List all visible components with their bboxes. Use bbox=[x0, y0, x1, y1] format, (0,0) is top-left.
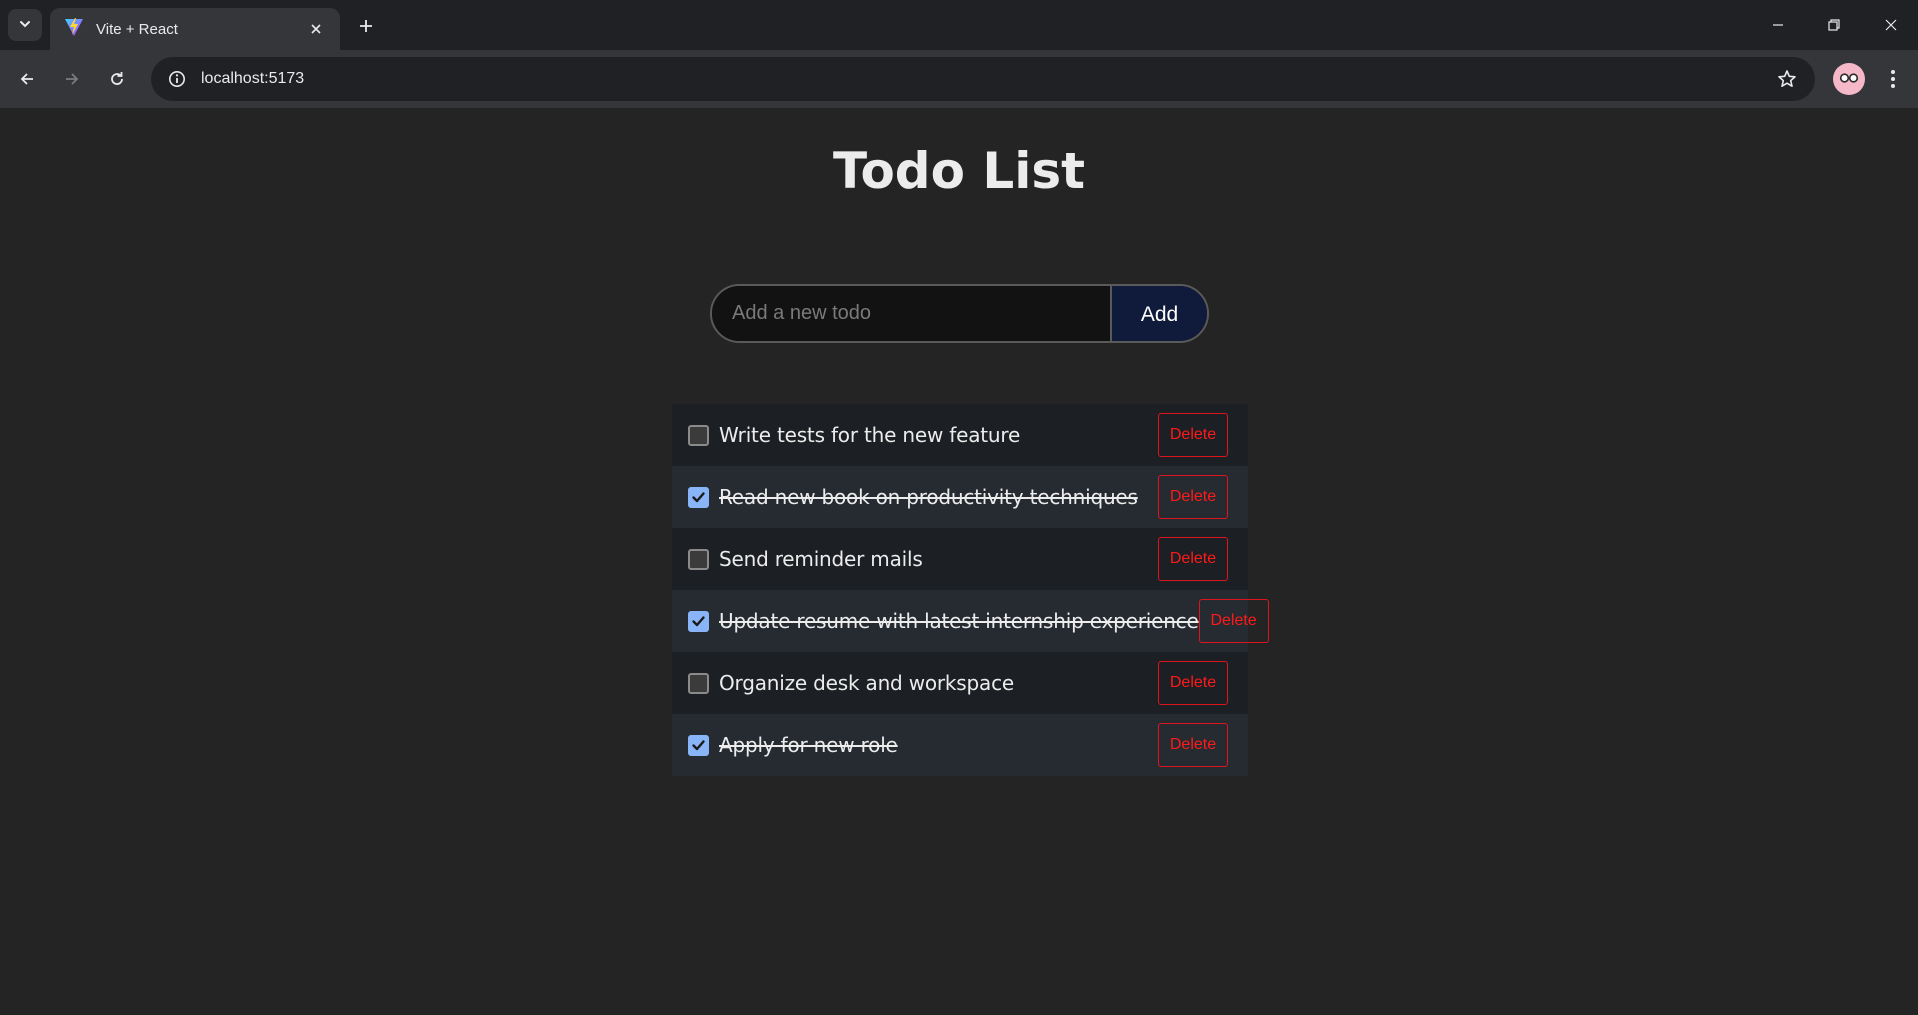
back-button[interactable] bbox=[10, 62, 44, 96]
chevron-down-icon bbox=[18, 16, 32, 35]
delete-button[interactable]: Delete bbox=[1158, 475, 1228, 519]
todo-item: Send reminder mails Delete bbox=[672, 528, 1248, 590]
todo-item: Apply for new role Delete bbox=[672, 714, 1248, 776]
todo-list: Write tests for the new feature Delete Rea… bbox=[672, 404, 1269, 776]
todo-item: Update resume with latest internship exp… bbox=[672, 590, 1269, 652]
delete-button[interactable]: Delete bbox=[1198, 599, 1269, 643]
restore-icon bbox=[1828, 19, 1840, 31]
browser-tab[interactable]: Vite + React bbox=[50, 8, 340, 50]
app-page: Todo List Add Write tests for the new fe… bbox=[0, 108, 1918, 1015]
checkmark-icon bbox=[692, 739, 705, 750]
bookmark-star-icon[interactable] bbox=[1767, 59, 1807, 99]
vite-logo-icon bbox=[64, 17, 84, 41]
browser-titlebar: Vite + React bbox=[0, 0, 1918, 50]
todo-checkbox[interactable] bbox=[688, 424, 709, 446]
todo-text: Organize desk and workspace bbox=[719, 671, 1014, 695]
page-title: Todo List bbox=[832, 142, 1086, 200]
todo-checkbox[interactable] bbox=[688, 548, 709, 570]
forward-button[interactable] bbox=[55, 62, 89, 96]
forward-arrow-icon bbox=[66, 73, 79, 85]
close-icon bbox=[311, 24, 321, 34]
site-info-icon[interactable] bbox=[155, 57, 199, 101]
tab-list-button[interactable] bbox=[8, 9, 42, 41]
delete-button[interactable]: Delete bbox=[1158, 537, 1228, 581]
restore-button[interactable] bbox=[1811, 8, 1857, 42]
todo-text: Apply for new role bbox=[719, 733, 898, 757]
todo-checkbox[interactable] bbox=[688, 610, 709, 632]
todo-item: Read new book on productivity techniques… bbox=[672, 466, 1248, 528]
browser-toolbar: localhost:5173 bbox=[0, 50, 1918, 108]
close-icon bbox=[1885, 19, 1897, 31]
url-text[interactable]: localhost:5173 bbox=[201, 70, 1767, 88]
delete-button[interactable]: Delete bbox=[1158, 723, 1228, 767]
reload-button[interactable] bbox=[100, 62, 134, 96]
delete-button[interactable]: Delete bbox=[1158, 413, 1228, 457]
add-button[interactable]: Add bbox=[1110, 286, 1207, 341]
minimize-icon bbox=[1773, 24, 1783, 26]
add-todo-form: Add bbox=[710, 284, 1209, 343]
address-bar[interactable]: localhost:5173 bbox=[151, 57, 1815, 101]
todo-text: Write tests for the new feature bbox=[719, 423, 1021, 447]
browser-menu-button[interactable] bbox=[1878, 62, 1908, 96]
new-tab-button[interactable] bbox=[352, 12, 380, 40]
kebab-menu-icon bbox=[1891, 70, 1895, 88]
checkmark-icon bbox=[692, 491, 705, 502]
tab-title: Vite + React bbox=[96, 20, 178, 38]
todo-checkbox[interactable] bbox=[688, 734, 709, 756]
minimize-button[interactable] bbox=[1755, 8, 1801, 42]
todo-text: Update resume with latest internship exp… bbox=[719, 609, 1199, 633]
checkmark-icon bbox=[692, 615, 705, 626]
todo-checkbox[interactable] bbox=[688, 672, 709, 694]
reload-icon bbox=[111, 72, 123, 85]
back-arrow-icon bbox=[20, 73, 33, 85]
close-window-button[interactable] bbox=[1868, 8, 1914, 42]
delete-button[interactable]: Delete bbox=[1158, 661, 1228, 705]
todo-item: Write tests for the new feature Delete bbox=[672, 404, 1248, 466]
tab-close-button[interactable] bbox=[306, 19, 326, 39]
todo-text: Send reminder mails bbox=[719, 547, 923, 571]
todo-checkbox[interactable] bbox=[688, 486, 709, 508]
profile-avatar-icon[interactable] bbox=[1833, 63, 1865, 95]
new-todo-input[interactable] bbox=[712, 286, 1110, 341]
todo-text: Read new book on productivity techniques bbox=[719, 485, 1138, 509]
todo-item: Organize desk and workspace Delete bbox=[672, 652, 1248, 714]
plus-icon bbox=[360, 20, 372, 32]
